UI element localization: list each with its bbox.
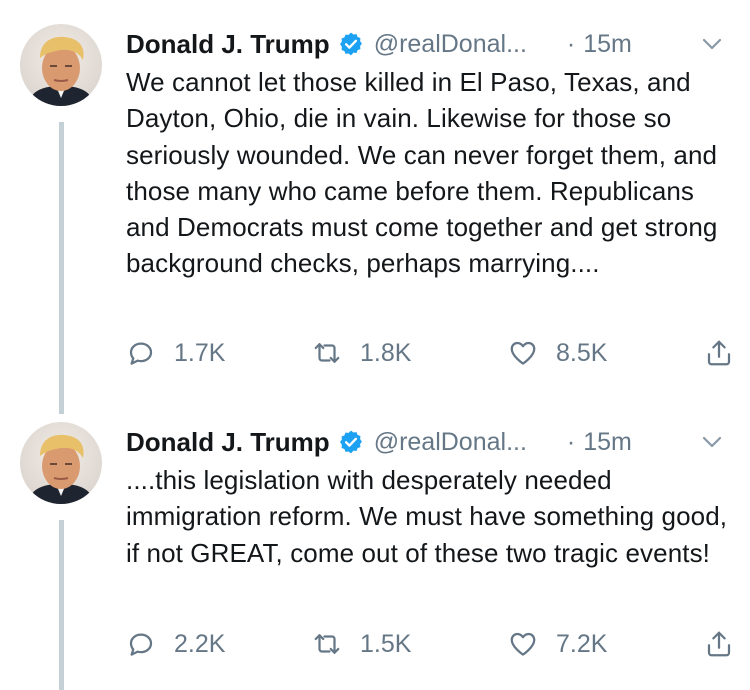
reply-button[interactable]: 1.7K [126,333,225,373]
like-button[interactable]: 7.2K [508,624,607,664]
retweet-icon [312,338,342,368]
share-icon [704,629,734,659]
tweet-text: ....this legislation with desperately ne… [126,465,728,568]
separator: · [566,427,576,456]
share-button[interactable] [704,624,734,664]
reply-count: 2.2K [174,629,226,658]
retweet-button[interactable]: 1.5K [312,624,411,664]
reply-count: 1.7K [174,338,226,367]
tweet[interactable]: Donald J. Trump @realDonal... · 15m ....… [0,400,750,690]
retweet-icon [312,629,342,659]
retweet-button[interactable]: 1.8K [312,333,411,373]
tweet-actions: 1.7K 1.8K 8.5K [126,333,736,373]
avatar[interactable] [20,422,102,504]
tweet[interactable]: Donald J. Trump @realDonal... · 15m We c… [0,0,750,414]
author-handle[interactable]: @realDonal... [374,30,527,59]
heart-icon [508,338,538,368]
retweet-count: 1.8K [360,338,412,367]
share-icon [704,338,734,368]
timestamp[interactable]: 15m [583,428,632,457]
chevron-down-icon[interactable] [700,32,724,56]
tweet-text: We cannot let those killed in El Paso, T… [126,67,718,279]
reply-button[interactable]: 2.2K [126,624,225,664]
avatar[interactable] [20,24,102,106]
author-name[interactable]: Donald J. Trump [126,427,330,458]
thread-line [59,122,64,414]
verified-badge-icon [338,429,364,455]
share-button[interactable] [704,333,734,373]
reply-icon [126,629,156,659]
like-button[interactable]: 8.5K [508,333,607,373]
chevron-down-icon[interactable] [700,430,724,454]
like-count: 7.2K [556,629,608,658]
tweet-header: Donald J. Trump @realDonal... · 15m [126,24,736,64]
retweet-count: 1.5K [360,629,412,658]
tweet-actions: 2.2K 1.5K 7.2K [126,624,736,664]
reply-icon [126,338,156,368]
heart-icon [508,629,538,659]
like-count: 8.5K [556,338,608,367]
separator: · [566,29,576,58]
author-handle[interactable]: @realDonal... [374,428,527,457]
verified-badge-icon [338,31,364,57]
thread-line [59,520,64,690]
timestamp[interactable]: 15m [583,30,632,59]
author-name[interactable]: Donald J. Trump [126,29,330,60]
tweet-header: Donald J. Trump @realDonal... · 15m [126,422,736,462]
